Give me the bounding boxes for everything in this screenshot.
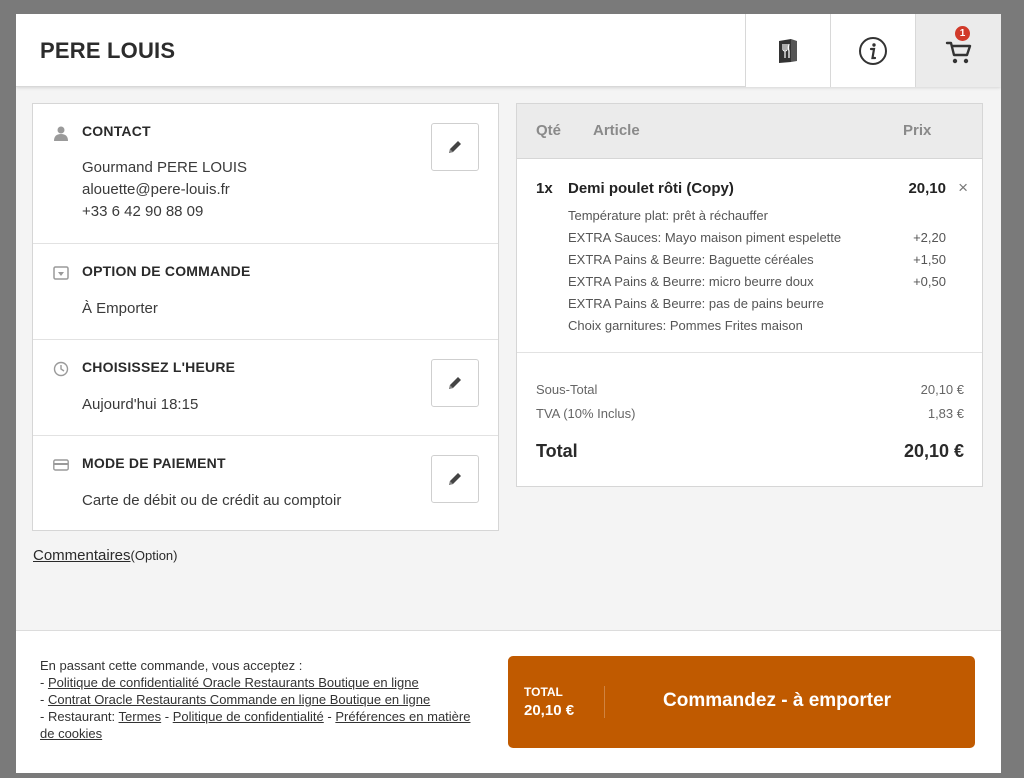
order-option-value: À Emporter [82, 300, 158, 317]
order-type-icon [52, 264, 70, 282]
modifier-label: EXTRA Sauces: Mayo maison piment espelet… [568, 230, 842, 245]
comments-link[interactable]: Commentaires [33, 547, 131, 564]
legal-dash: - [40, 692, 48, 707]
payment-section: MODE DE PAIEMENT Carte de débit ou de cr… [33, 436, 498, 530]
article-header: Article [593, 122, 640, 139]
info-button[interactable] [830, 14, 915, 87]
total-label: Total [536, 441, 578, 461]
subtotal-label: Sous-Total [536, 382, 598, 397]
subtotal-row: Sous-Total 20,10 € [536, 382, 964, 397]
comments: Commentaires(Option) [33, 547, 178, 564]
item-name[interactable]: Demi poulet rôti (Copy) [568, 180, 734, 197]
user-icon [52, 124, 70, 142]
modifier-price: +0,50 [913, 274, 946, 289]
edit-time-button[interactable] [431, 359, 479, 407]
pencil-icon [449, 473, 461, 485]
header: PERE LOUIS 1 [16, 14, 1001, 87]
cta-total-label: TOTAL [524, 685, 563, 699]
modifier-row: Choix garnitures: Pommes Frites maison [568, 315, 968, 337]
modifier-label: EXTRA Pains & Beurre: Baguette céréales [568, 252, 814, 267]
price-header: Prix [903, 122, 932, 139]
modifier-row: EXTRA Pains & Beurre: Baguette céréales +… [568, 249, 968, 271]
modifier-label: Température plat: prêt à réchauffer [568, 208, 768, 223]
modifier-price: +1,50 [913, 252, 946, 267]
time-title: CHOISISSEZ L'HEURE [82, 359, 236, 375]
restaurant-prefix: - Restaurant: [40, 709, 119, 724]
cta-label: Commandez - à emporter [663, 690, 892, 711]
order-divider [517, 352, 982, 353]
modifier-row: EXTRA Sauces: Mayo maison piment espelet… [568, 227, 968, 249]
subtotal-value: 20,10 € [920, 382, 964, 397]
item-quantity: 1x [536, 180, 553, 197]
footer: En passant cette commande, vous acceptez… [16, 630, 1001, 773]
modifier-price: +2,20 [913, 230, 946, 245]
contact-email: alouette@pere-louis.fr [82, 181, 230, 198]
modifier-label: EXTRA Pains & Beurre: micro beurre doux [568, 274, 814, 289]
legal-line-restaurant: - Restaurant: Termes - Politique de conf… [40, 708, 480, 742]
tax-value: 1,83 € [927, 406, 964, 421]
legal-line-privacy: - Politique de confidentialité Oracle Re… [40, 674, 480, 691]
clock-icon [52, 360, 70, 378]
comments-optional: (Option) [130, 548, 178, 563]
menu-button[interactable] [745, 14, 830, 87]
remove-item-icon[interactable]: × [958, 178, 968, 198]
checkout-details-panel: CONTACT Gourmand PERE LOUIS alouette@per… [32, 103, 499, 531]
contact-section: CONTACT Gourmand PERE LOUIS alouette@per… [33, 104, 498, 244]
contract-link[interactable]: Contrat Oracle Restaurants Commande en l… [48, 692, 430, 707]
edit-payment-button[interactable] [431, 455, 479, 503]
contact-title: CONTACT [82, 123, 151, 139]
terms-link[interactable]: Termes [119, 709, 162, 724]
legal-dash: - [40, 675, 48, 690]
contact-info: Gourmand PERE LOUIS alouette@pere-louis.… [82, 157, 247, 223]
place-order-button[interactable]: TOTAL 20,10 € Commandez - à emporter [508, 656, 975, 748]
order-summary-panel: Qté Article Prix 1x Demi poulet rôti (Co… [516, 103, 983, 487]
payment-value: Carte de débit ou de crédit au comptoir [82, 492, 342, 509]
order-table-header: Qté Article Prix [517, 104, 982, 159]
legal-sep: - [323, 709, 336, 724]
cart-button[interactable]: 1 [915, 14, 1001, 87]
modifier-label: Choix garnitures: Pommes Frites maison [568, 318, 803, 333]
contact-name: Gourmand PERE LOUIS [82, 159, 248, 176]
total-row: Total 20,10 € [536, 441, 964, 462]
menu-book-icon [779, 38, 797, 63]
item-price: 20,10 [908, 180, 946, 197]
cta-total-value: 20,10 € [524, 702, 575, 719]
legal-notice: En passant cette commande, vous acceptez… [40, 657, 480, 742]
pencil-icon [449, 377, 461, 389]
legal-line-contract: - Contrat Oracle Restaurants Commande en… [40, 691, 480, 708]
modifier-row: Température plat: prêt à réchauffer [568, 205, 968, 227]
modifier-row: EXTRA Pains & Beurre: micro beurre doux +… [568, 271, 968, 293]
restaurant-privacy-link[interactable]: Politique de confidentialité [173, 709, 324, 724]
tax-row: TVA (10% Inclus) 1,83 € [536, 406, 964, 421]
time-value: Aujourd'hui 18:15 [82, 396, 199, 413]
qty-header: Qté [536, 122, 562, 139]
cta-separator [604, 686, 605, 718]
item-modifiers: Température plat: prêt à réchauffer EXTR… [568, 205, 968, 337]
modifier-label: EXTRA Pains & Beurre: pas de pains beurr… [568, 296, 824, 311]
edit-contact-button[interactable] [431, 123, 479, 171]
pencil-icon [449, 141, 461, 153]
credit-card-icon [52, 456, 70, 474]
time-section: CHOISISSEZ L'HEURE Aujourd'hui 18:15 [33, 340, 498, 436]
cart-count-badge: 1 [955, 26, 970, 41]
contact-phone: +33 6 42 90 88 09 [82, 203, 204, 220]
tax-label: TVA (10% Inclus) [536, 406, 636, 421]
order-option-section: OPTION DE COMMANDE À Emporter [33, 244, 498, 340]
order-option-title: OPTION DE COMMANDE [82, 263, 251, 279]
privacy-policy-link[interactable]: Politique de confidentialité Oracle Rest… [48, 675, 419, 690]
total-value: 20,10 € [903, 441, 964, 461]
payment-title: MODE DE PAIEMENT [82, 455, 226, 471]
info-icon [859, 36, 887, 65]
modifier-row: EXTRA Pains & Beurre: pas de pains beurr… [568, 293, 968, 315]
checkout-modal: PERE LOUIS 1 CONTACT Gourmand PERE LOUIS… [16, 14, 1001, 773]
legal-intro: En passant cette commande, vous acceptez… [40, 658, 303, 673]
legal-sep: - [161, 709, 173, 724]
restaurant-name: PERE LOUIS [40, 38, 176, 63]
